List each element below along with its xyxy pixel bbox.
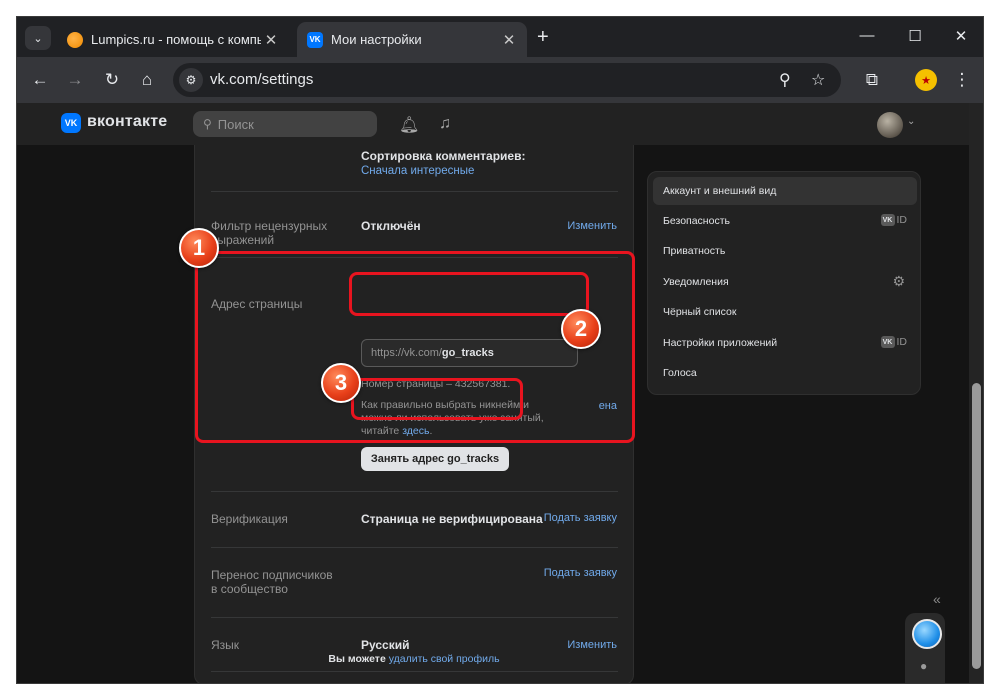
comments-sort-label: Сортировка комментариев:: [361, 149, 526, 163]
gear-icon[interactable]: ⚙: [892, 273, 905, 290]
filter-value: Отключён: [361, 219, 421, 233]
annotation-badge-3: 3: [321, 363, 361, 403]
take-address-button[interactable]: Занять адрес go_tracks: [361, 447, 509, 471]
new-tab-button[interactable]: +: [537, 27, 549, 47]
delete-prefix: Вы можете: [328, 653, 389, 665]
reload-icon[interactable]: ↻: [101, 69, 123, 91]
divider: [211, 547, 618, 548]
tab-settings[interactable]: VK Мои настройки ✕: [297, 22, 527, 57]
search-placeholder: Поиск: [217, 116, 254, 132]
vk-logo-icon[interactable]: VK: [61, 113, 81, 133]
verification-apply-link[interactable]: Подать заявку: [544, 511, 617, 525]
vk-favicon-icon: VK: [307, 31, 323, 48]
vk-id-icon: VK: [880, 336, 895, 348]
chevron-down-icon: ⌄: [33, 32, 43, 45]
back-arrow-icon[interactable]: ←: [29, 69, 51, 91]
side-widget: ●: [905, 613, 945, 683]
language-value: Русский: [361, 638, 410, 652]
url-text[interactable]: vk.com/settings: [210, 71, 313, 88]
home-icon[interactable]: ⌂: [136, 69, 158, 91]
filter-change-link[interactable]: Изменить: [567, 219, 617, 233]
menu-item-notifications[interactable]: Уведомления ⚙: [653, 268, 917, 296]
menu-item-label: Аккаунт и внешний вид: [663, 185, 777, 197]
window-close-icon[interactable]: ✕: [951, 27, 971, 45]
divider: [211, 491, 618, 492]
menu-item-label: Настройки приложений: [663, 337, 778, 349]
menu-item-label: Голоса: [663, 367, 697, 379]
divider: [211, 191, 618, 192]
vk-id-icon: VK: [880, 214, 895, 226]
search-icon: ⚲: [203, 117, 212, 131]
vk-logo-text[interactable]: вконтакте: [87, 113, 167, 131]
settings-menu: Аккаунт и внешний вид Безопасность VK ID П…: [647, 171, 921, 395]
menu-item-security[interactable]: Безопасность VK ID: [653, 207, 917, 235]
close-icon[interactable]: ✕: [499, 31, 519, 49]
annotation-box-button: [351, 378, 523, 420]
music-icon[interactable]: ♫: [439, 115, 451, 133]
vk-header: VK вконтакте ⚲ Поиск 🔔︎ ♫ ⌄: [17, 103, 969, 145]
scrollbar-thumb[interactable]: [972, 383, 981, 669]
address-bar[interactable]: ⚙ vk.com/settings ⚲ ☆: [173, 63, 841, 97]
menu-item-votes[interactable]: Голоса: [653, 359, 917, 387]
bookmark-star-icon[interactable]: ☆: [811, 70, 825, 90]
chat-bubble-icon[interactable]: ●: [920, 659, 927, 673]
menu-item-label: Безопасность: [663, 215, 730, 227]
tab-title: Lumpics.ru - помощь с компь: [91, 32, 261, 47]
language-change-link[interactable]: Изменить: [567, 638, 617, 652]
search-input[interactable]: ⚲ Поиск: [193, 111, 377, 137]
divider: [211, 671, 618, 672]
forward-arrow-icon[interactable]: →: [64, 69, 86, 91]
menu-item-account[interactable]: Аккаунт и внешний вид: [653, 177, 917, 205]
delete-profile-link[interactable]: удалить свой профиль: [389, 653, 500, 665]
maximize-icon[interactable]: ☐: [905, 27, 925, 45]
verification-label: Верификация: [211, 512, 288, 526]
puzzle-icon[interactable]: ⧉: [861, 69, 883, 91]
tab-lumpics[interactable]: Lumpics.ru - помощь с компь ✕: [57, 22, 289, 57]
menu-item-app-settings[interactable]: Настройки приложений VK ID: [653, 329, 917, 357]
vk-id-badge: VK ID: [880, 214, 908, 226]
menu-item-label: Уведомления: [663, 276, 729, 288]
browser-toolbar: ← → ↻ ⌂ ⚙ vk.com/settings ⚲ ☆ ⧉ ★ ⋮: [17, 57, 983, 103]
chevron-down-icon[interactable]: ⌄: [907, 116, 915, 127]
tab-search-button[interactable]: ⌄: [25, 26, 51, 50]
annotation-box-input: [349, 272, 589, 316]
minimize-icon[interactable]: —: [857, 27, 877, 44]
annotation-badge-1: 1: [179, 228, 219, 268]
language-label: Язык: [211, 638, 240, 652]
kebab-menu-icon[interactable]: ⋮: [951, 69, 973, 91]
menu-item-label: Чёрный список: [663, 306, 737, 318]
tab-strip: ⌄ Lumpics.ru - помощь с компь ✕ VK Мои н…: [17, 17, 983, 57]
filter-label: Фильтр нецензурных выражений: [211, 219, 328, 247]
tab-title: Мои настройки: [331, 32, 422, 47]
divider: [211, 617, 618, 618]
avatar[interactable]: [877, 112, 903, 138]
transfer-label-line1: Перенос подписчиков: [211, 568, 333, 582]
delete-profile-text: Вы можете удалить свой профиль: [194, 653, 634, 665]
site-info-icon[interactable]: ⚙: [179, 68, 203, 92]
collapse-icon[interactable]: «: [933, 591, 941, 607]
bell-icon[interactable]: 🔔︎: [399, 115, 419, 135]
badge-text: ID: [896, 336, 908, 348]
browser-window: ⌄ Lumpics.ru - помощь с компь ✕ VK Мои н…: [16, 16, 984, 684]
menu-item-label: Приватность: [663, 245, 726, 257]
comments-sort-value[interactable]: Сначала интересные: [361, 164, 474, 178]
vk-id-badge: VK ID: [880, 336, 908, 348]
lumpics-favicon-icon: [67, 31, 83, 48]
menu-item-blacklist[interactable]: Чёрный список: [653, 298, 917, 326]
profile-avatar-icon[interactable]: ★: [915, 69, 937, 91]
menu-item-privacy[interactable]: Приватность: [653, 237, 917, 265]
annotation-badge-2: 2: [561, 309, 601, 349]
verification-value: Страница не верифицирована: [361, 512, 543, 526]
transfer-apply-link[interactable]: Подать заявку: [544, 566, 617, 580]
badge-text: ID: [896, 214, 908, 226]
vk-assistant-icon[interactable]: [912, 619, 942, 649]
close-icon[interactable]: ✕: [261, 31, 281, 49]
zoom-icon[interactable]: ⚲: [779, 70, 791, 90]
transfer-label-line2: в сообщество: [211, 582, 288, 596]
